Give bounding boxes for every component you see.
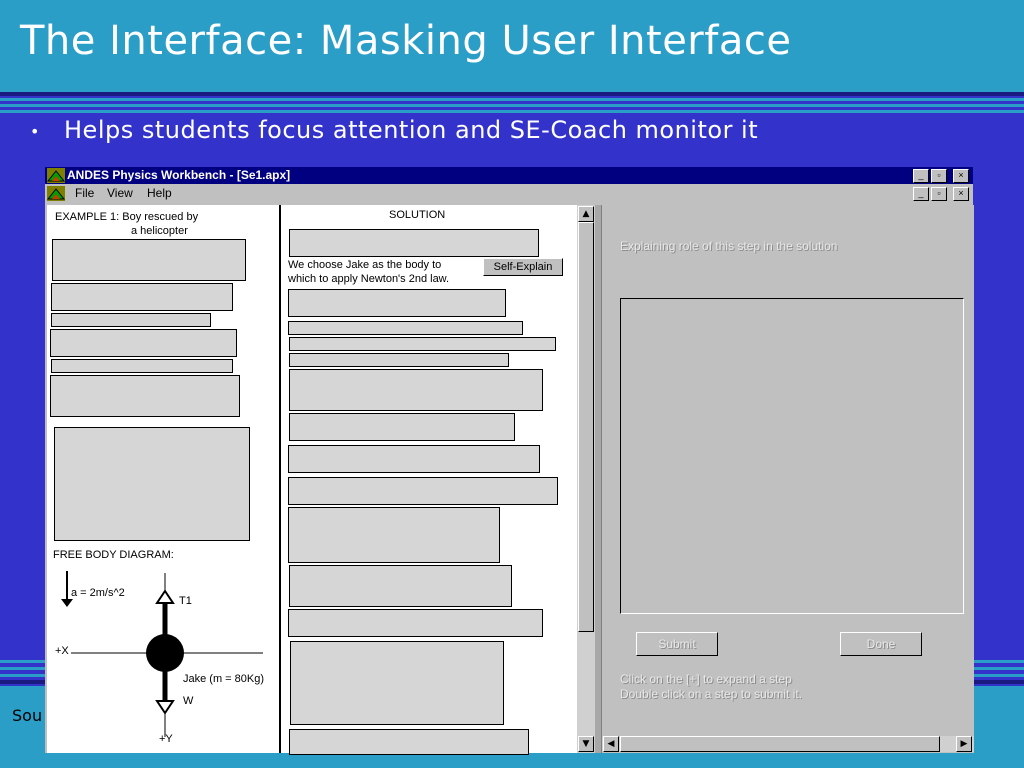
masked-problem-box[interactable] [51, 283, 233, 311]
bullet-text: Helps students focus attention and SE-Co… [64, 116, 759, 144]
doc-restore-icon[interactable]: ▫ [931, 187, 947, 201]
masked-step[interactable] [288, 609, 543, 637]
menu-view[interactable]: View [107, 186, 133, 200]
window-titlebar[interactable]: ANDES Physics Workbench - [Se1.apx] _ ▫ … [45, 167, 973, 184]
step-text-line1: We choose Jake as the body to [288, 259, 442, 271]
solution-scrollbar[interactable]: ▲ ▼ [577, 205, 595, 753]
window-title: ANDES Physics Workbench - [Se1.apx] [67, 168, 291, 182]
close-icon[interactable]: × [953, 169, 969, 183]
masked-step[interactable] [288, 477, 558, 505]
andes-app-icon [47, 168, 65, 183]
masked-step[interactable] [290, 641, 504, 725]
masked-step[interactable] [288, 321, 523, 335]
acceleration-label: a = 2m/s^2 [71, 587, 125, 599]
doc-minimize-icon[interactable]: _ [913, 187, 929, 201]
menu-file[interactable]: File [75, 186, 94, 200]
masked-problem-box[interactable] [51, 313, 211, 327]
masked-step[interactable] [289, 729, 529, 755]
masked-problem-box[interactable] [50, 329, 237, 357]
done-button[interactable]: Done [840, 632, 922, 656]
masked-step[interactable] [289, 229, 539, 257]
y-axis-label: +Y [159, 733, 173, 745]
fbd-label: FREE BODY DIAGRAM: [53, 549, 174, 561]
scroll-right-icon[interactable]: ▶ [956, 736, 972, 752]
menu-bar: File View Help _ ▫ × [45, 184, 973, 203]
hscroll-thumb[interactable] [620, 736, 940, 752]
header-divider [0, 92, 1024, 96]
scroll-left-icon[interactable]: ◀ [603, 736, 619, 752]
submit-button[interactable]: Submit [636, 632, 718, 656]
masked-step[interactable] [288, 289, 506, 317]
masked-problem-box[interactable] [52, 239, 246, 281]
masked-step[interactable] [289, 337, 556, 351]
minimize-icon[interactable]: _ [913, 169, 929, 183]
footer-text: Sou [12, 706, 43, 725]
self-explain-button[interactable]: Self-Explain [483, 258, 563, 276]
hint-line-2: Double click on a step to submit it. [620, 687, 803, 701]
explanation-hscrollbar[interactable]: ◀ ▶ [602, 736, 974, 752]
masked-step[interactable] [289, 413, 515, 441]
andes-window: ANDES Physics Workbench - [Se1.apx] _ ▫ … [45, 167, 974, 755]
explanation-prompt: Explaining role of this step in the solu… [620, 239, 838, 253]
scroll-up-icon[interactable]: ▲ [578, 206, 594, 222]
example-subtitle: a helicopter [131, 225, 188, 237]
step-text-line2: which to apply Newton's 2nd law. [288, 273, 450, 285]
scroll-down-icon[interactable]: ▼ [578, 736, 594, 752]
andes-doc-icon[interactable] [47, 186, 65, 201]
masked-step[interactable] [289, 565, 512, 607]
example-title: EXAMPLE 1: Boy rescued by [55, 211, 199, 223]
masked-problem-box[interactable] [51, 359, 233, 373]
masked-step[interactable] [288, 445, 540, 473]
header-divider-stripe [0, 98, 1024, 101]
explanation-panel: Explaining role of this step in the solu… [601, 205, 974, 753]
header-divider-stripe [0, 110, 1024, 113]
bullet-marker: • [30, 122, 40, 141]
mass-label: Jake (m = 80Kg) [183, 673, 265, 685]
masked-step[interactable] [289, 353, 509, 367]
menu-help[interactable]: Help [147, 186, 172, 200]
problem-panel: EXAMPLE 1: Boy rescued by a helicopter F… [47, 205, 281, 753]
header-divider-stripe [0, 104, 1024, 107]
masked-step[interactable] [288, 507, 500, 563]
slide-title: The Interface: Masking User Interface [20, 18, 792, 64]
doc-close-icon[interactable]: × [953, 187, 969, 201]
masked-problem-box[interactable] [50, 375, 240, 417]
explanation-area[interactable] [620, 298, 964, 614]
masked-diagram-box[interactable] [54, 427, 250, 541]
scroll-thumb[interactable] [578, 222, 594, 632]
x-axis-label: +X [55, 645, 69, 657]
tension-label: T1 [179, 595, 192, 607]
restore-icon[interactable]: ▫ [931, 169, 947, 183]
masked-step[interactable] [289, 369, 543, 411]
hint-line-1: Click on the [+] to expand a step [620, 672, 792, 686]
solution-panel: SOLUTION We choose Jake as the body to w… [281, 205, 577, 755]
solution-heading: SOLUTION [389, 209, 446, 221]
weight-label: W [183, 695, 194, 707]
